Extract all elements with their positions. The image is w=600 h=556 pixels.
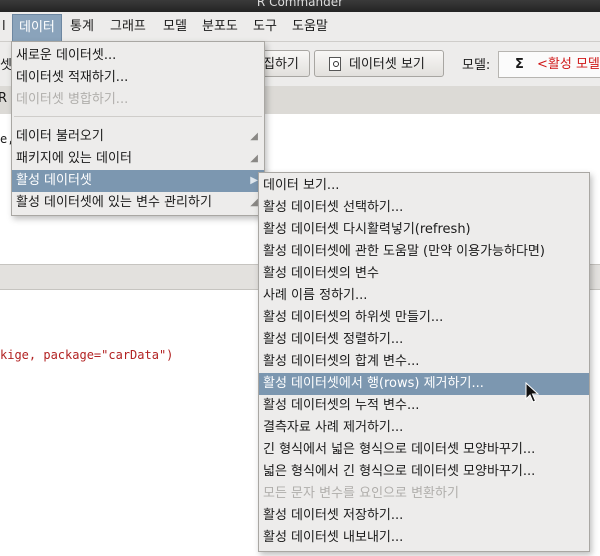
mouse-cursor-icon	[525, 382, 539, 403]
submenu-item-export[interactable]: 활성 데이터셋 내보내기...	[259, 527, 589, 549]
menu-item-import-data-label: 데이터 불러오기	[16, 129, 104, 144]
menu-item-new-dataset[interactable]: 새로운 데이터셋...	[12, 45, 264, 67]
submenu-item-case-names[interactable]: 사례 이름 정하기...	[259, 285, 589, 307]
menu-distributions[interactable]: 분포도	[196, 16, 244, 38]
model-label: 모델:	[462, 58, 491, 73]
window-title: R Commander	[256, 0, 344, 9]
submenu-arrow-icon: ◢	[250, 131, 258, 142]
submenu-item-refresh[interactable]: 활성 데이터셋 다시활력넣기(refresh)	[259, 219, 589, 241]
sigma-icon: Σ	[515, 57, 524, 72]
edit-dataset-label: 집하기	[263, 57, 299, 72]
output-line: kige, package="carData")	[0, 348, 174, 362]
menu-fragment[interactable]: l	[0, 16, 12, 38]
submenu-arrow-icon: ◢	[250, 153, 258, 164]
submenu-item-help[interactable]: 활성 데이터셋에 관한 도움말 (만약 이용가능하다면)	[259, 241, 589, 263]
menu-item-import-data[interactable]: 데이터 불러오기 ◢	[12, 126, 264, 148]
submenu-item-remove-rows[interactable]: 활성 데이터셋에서 행(rows) 제거하기...	[259, 373, 589, 395]
submenu-item-sort[interactable]: 활성 데이터셋 정렬하기...	[259, 329, 589, 351]
menu-item-package-data-label: 패키지에 있는 데이터	[16, 151, 132, 166]
menu-data[interactable]: 데이터	[12, 14, 62, 42]
submenu-arrow-icon: ▶	[250, 175, 258, 186]
menu-separator	[14, 116, 262, 117]
menu-item-merge-datasets: 데이터셋 병합하기...	[16, 92, 129, 107]
active-model-field[interactable]: Σ <활성 모델	[498, 51, 600, 78]
submenu-item-aggregate[interactable]: 활성 데이터셋의 합계 변수...	[259, 351, 589, 373]
menu-item-active-dataset[interactable]: 활성 데이터셋 ▶	[12, 170, 264, 192]
submenu-item-stack[interactable]: 활성 데이터셋의 누적 변수...	[259, 395, 589, 417]
active-model-value: <활성 모델	[537, 57, 600, 72]
menu-item-manage-variables[interactable]: 활성 데이터셋에 있는 변수 관리하기 ◢	[12, 192, 264, 214]
submenu-item-save[interactable]: 활성 데이터셋 저장하기...	[259, 505, 589, 527]
submenu-item-convert-factors: 모든 문자 변수를 요인으로 변환하기	[263, 486, 459, 501]
title-bar: R Commander	[0, 0, 600, 12]
view-dataset-label: 데이터셋 보기	[349, 57, 425, 72]
submenu-item-wide-to-long[interactable]: 넓은 형식에서 긴 형식으로 데이터셋 모양바꾸기...	[259, 461, 589, 483]
menu-tools[interactable]: 도구	[247, 16, 283, 38]
menu-statistics[interactable]: 통계	[64, 16, 100, 38]
view-data-icon	[329, 57, 341, 71]
menu-help[interactable]: 도움말	[286, 16, 334, 38]
menu-item-manage-variables-label: 활성 데이터셋에 있는 변수 관리하기	[16, 195, 212, 210]
menu-models[interactable]: 모델	[157, 16, 193, 38]
menu-item-active-dataset-label: 활성 데이터셋	[16, 173, 92, 188]
menu-item-load-dataset[interactable]: 데이터셋 적재하기...	[12, 67, 264, 89]
active-dataset-submenu: 데이터 보기... 활성 데이터셋 선택하기... 활성 데이터셋 다시활력넣기…	[258, 172, 590, 552]
data-menu: 새로운 데이터셋... 데이터셋 적재하기... 데이터셋 병합하기... 데이…	[11, 41, 265, 216]
submenu-item-subset[interactable]: 활성 데이터셋의 하위셋 만들기...	[259, 307, 589, 329]
menu-item-package-data[interactable]: 패키지에 있는 데이터 ◢	[12, 148, 264, 170]
submenu-item-variables[interactable]: 활성 데이터셋의 변수	[259, 263, 589, 285]
submenu-item-view-data[interactable]: 데이터 보기...	[259, 175, 589, 197]
menubar: l 데이터 통계 그래프 모델 분포도 도구 도움말	[0, 12, 600, 42]
submenu-item-remove-missing[interactable]: 결측자료 사례 제거하기...	[259, 417, 589, 439]
submenu-item-select-active[interactable]: 활성 데이터셋 선택하기...	[259, 197, 589, 219]
menu-graphs[interactable]: 그래프	[104, 16, 152, 38]
submenu-item-long-to-wide[interactable]: 긴 형식에서 넓은 형식으로 데이터셋 모양바꾸기...	[259, 439, 589, 461]
tab-fragment[interactable]: R	[0, 91, 7, 106]
submenu-arrow-icon: ◢	[250, 197, 258, 208]
view-dataset-button[interactable]: 데이터셋 보기	[314, 50, 444, 77]
